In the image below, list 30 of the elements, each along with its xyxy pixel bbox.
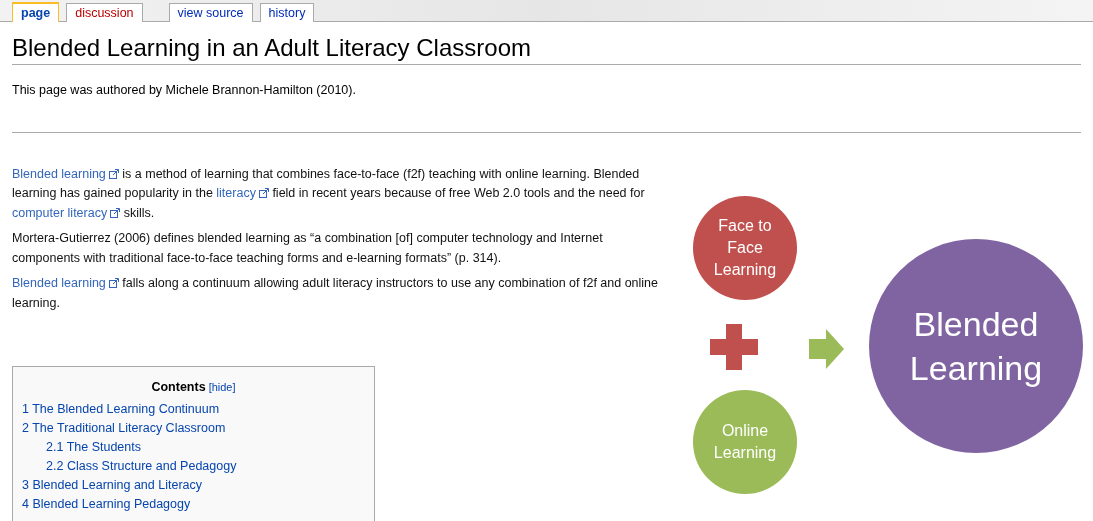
external-link[interactable]: Blended learning (12, 166, 119, 181)
toc-link[interactable]: 2.2 Class Structure and Pedagogy (22, 457, 365, 476)
toc-link[interactable]: 4 Blended Learning Pedagogy (22, 495, 365, 514)
external-link[interactable]: Blended learning (12, 276, 119, 291)
tab[interactable]: view source (168, 3, 253, 22)
toc-heading: Contents (151, 379, 206, 397)
plus-icon (710, 323, 758, 370)
external-link[interactable]: computer literacy (12, 205, 121, 220)
tab[interactable]: history (259, 3, 315, 22)
external-link-icon (258, 188, 269, 199)
tab[interactable]: discussion (66, 3, 143, 22)
paragraph: Blended learning is a method of learning that combines face-to-face (f2f) teaching with online learning. Blended learning has gained popularity in the literacy field in recent years because of free Web 2.0 tools and the need for computer literacy skills. (12, 165, 646, 222)
external-link-icon (108, 278, 119, 289)
external-link-icon (108, 168, 119, 179)
diagram-node: Blended Learning (869, 238, 1083, 453)
paragraph: Mortera-Gutierrez (2006) defines blended learning as “a combination [of] computer technology and Internet components with traditional face-to-face teaching forms and e-learning formats” (p. 314). (12, 230, 604, 267)
arrow-icon (809, 328, 844, 369)
external-link-icon (110, 207, 121, 218)
diagram-node: Face to Face Learning (693, 195, 797, 300)
author-note: This page was authored by Michele Brannon-Hamilton (2010). (12, 82, 357, 99)
paragraph: Blended learning falls along a continuum allowing adult literacy instructors to use any combination of f2f and online learning. (12, 275, 660, 312)
hide-link[interactable]: [hide] (208, 379, 236, 396)
toc-link[interactable]: 1 The Blended Learning Continuum (22, 400, 365, 419)
page-title: Blended Learning in an Adult Literacy Classroom (12, 34, 1081, 65)
diagram-node: Online Learning (693, 389, 797, 494)
tab[interactable]: page (12, 2, 60, 22)
toc-link[interactable]: 2 The Traditional Literacy Classroom (22, 419, 365, 438)
toc-link[interactable]: 2.1 The Students (22, 438, 365, 457)
external-link[interactable]: literacy (216, 186, 269, 201)
toc-link[interactable]: 3 Blended Learning and Literacy (22, 476, 365, 495)
